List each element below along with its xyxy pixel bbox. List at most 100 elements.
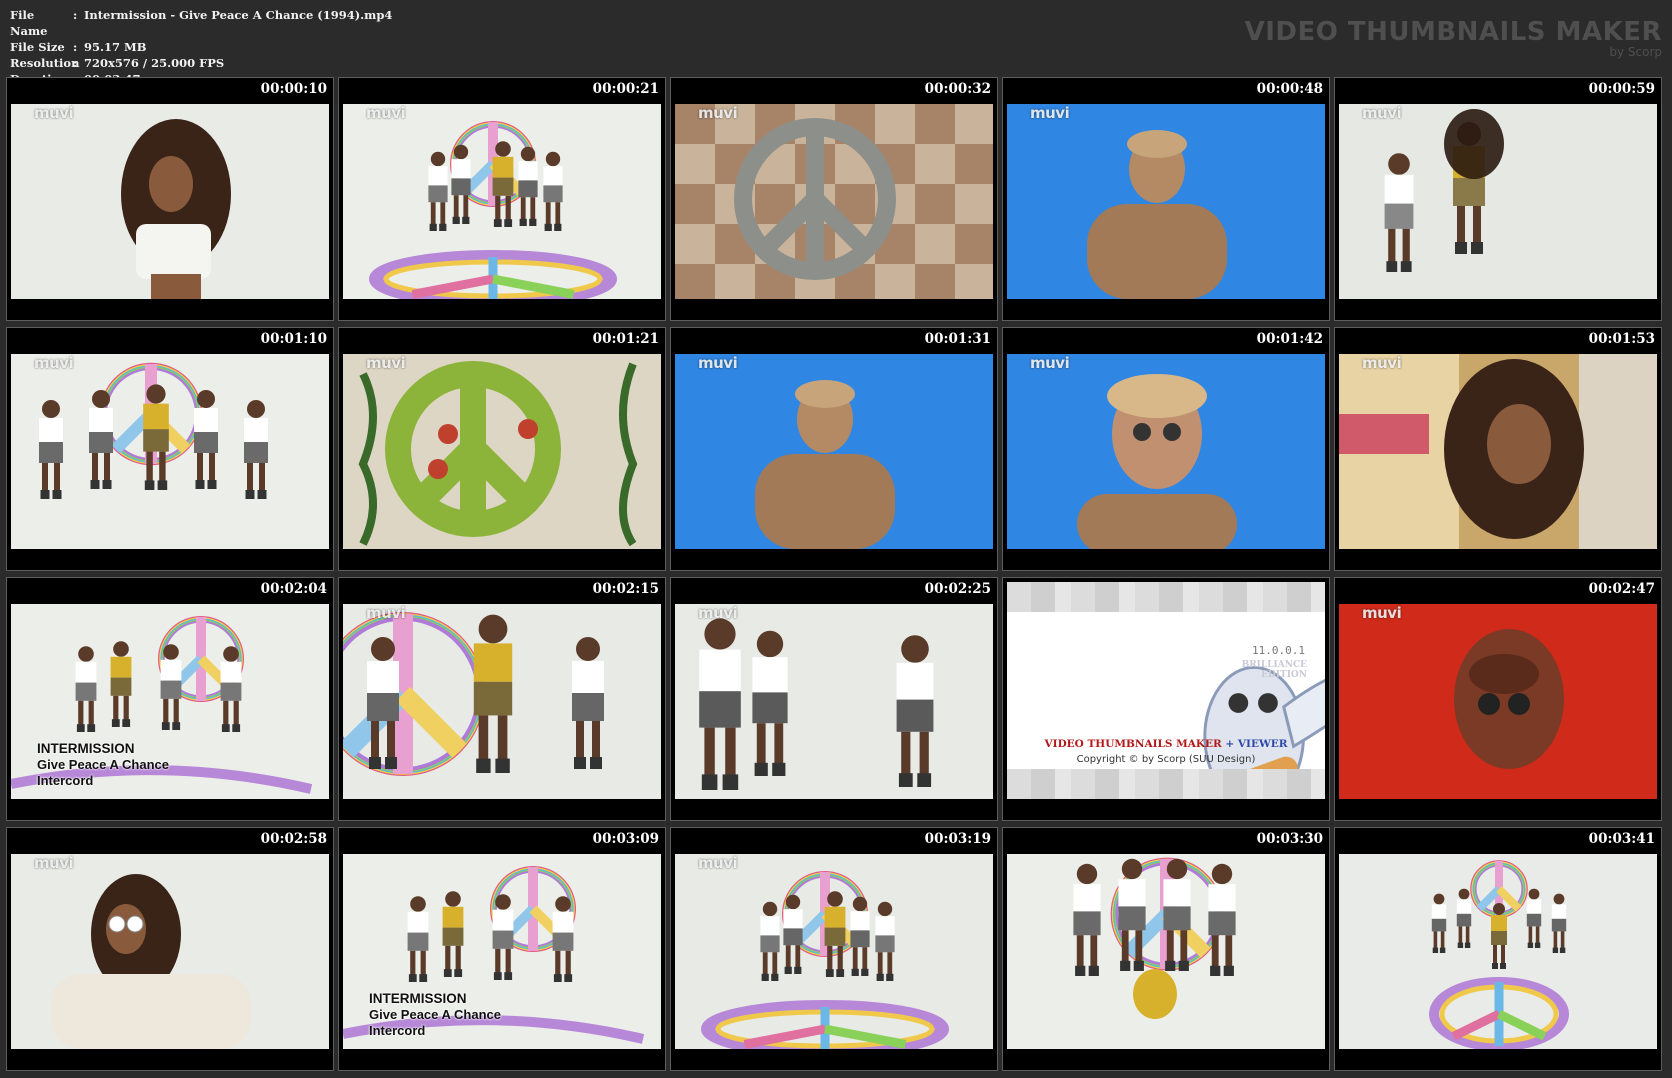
thumbnail-frame: muvi bbox=[675, 104, 993, 299]
info-separator: : bbox=[73, 40, 78, 54]
splash-band-top bbox=[1007, 582, 1325, 612]
splash-title-part1: VIDEO THUMBNAILS MAKER bbox=[1044, 738, 1222, 750]
thumbnail-timestamp: 00:00:32 bbox=[924, 81, 991, 97]
video-credits: INTERMISSION Give Peace A Chance Interco… bbox=[369, 991, 501, 1039]
thumbnail-image bbox=[343, 604, 661, 799]
thumbnail-timestamp: 00:03:41 bbox=[1588, 831, 1655, 847]
thumbnail-frame bbox=[1007, 854, 1325, 1049]
thumbnail-image bbox=[1007, 104, 1325, 299]
channel-logo: muvi bbox=[366, 604, 406, 622]
thumbnail-image bbox=[1339, 604, 1657, 799]
info-separator: : bbox=[73, 56, 78, 70]
brand-title: VIDEO THUMBNAILS MAKER bbox=[1244, 17, 1662, 47]
thumbnail-tile[interactable]: 00:02:58 muvi bbox=[6, 827, 334, 1071]
thumbnail-timestamp: 00:02:15 bbox=[592, 581, 659, 597]
channel-logo: muvi bbox=[34, 354, 74, 372]
splash-edition-line2: EDITION bbox=[1261, 670, 1307, 680]
thumbnail-frame: muvi bbox=[675, 854, 993, 1049]
splash-title: VIDEO THUMBNAILS MAKER + VIEWER bbox=[1007, 738, 1325, 750]
thumbnail-image bbox=[11, 854, 329, 1049]
channel-logo: muvi bbox=[34, 854, 74, 872]
thumbnail-tile[interactable]: 00:02:15 muvi bbox=[338, 577, 666, 821]
video-credits: INTERMISSION Give Peace A Chance Interco… bbox=[37, 741, 169, 789]
info-key: File Size bbox=[10, 40, 65, 54]
thumbnail-tile[interactable]: 00:03:09 INTERMISSION Give Peace A Chanc… bbox=[338, 827, 666, 1071]
info-key: Resolution bbox=[10, 56, 80, 70]
thumbnail-timestamp: 00:03:09 bbox=[592, 831, 659, 847]
thumbnail-tile[interactable]: 00:03:30 bbox=[1002, 827, 1330, 1071]
thumbnail-tile[interactable]: 00:01:10 muvi bbox=[6, 327, 334, 571]
splash-screen: 11.0.0.1 BRILLIANCE EDITION VIDEO THUMBN… bbox=[1007, 582, 1325, 799]
thumbnail-frame: muvi bbox=[11, 104, 329, 299]
thumbnail-frame: muvi bbox=[1007, 104, 1325, 299]
thumbnail-timestamp: 00:02:47 bbox=[1588, 581, 1655, 597]
splash-title-part2: VIEWER bbox=[1237, 738, 1288, 750]
thumbnail-image bbox=[675, 854, 993, 1049]
info-row-file-name: File Name : Intermission - Give Peace A … bbox=[10, 7, 392, 39]
thumbnail-timestamp: 00:00:48 bbox=[1256, 81, 1323, 97]
thumbnail-frame: muvi bbox=[343, 604, 661, 799]
thumbnail-tile[interactable]: 00:00:48 muvi bbox=[1002, 77, 1330, 321]
thumbnail-tile[interactable]: 00:00:21 muvi bbox=[338, 77, 666, 321]
thumbnail-image bbox=[1007, 354, 1325, 549]
thumbnail-frame: 11.0.0.1 BRILLIANCE EDITION VIDEO THUMBN… bbox=[1007, 582, 1325, 799]
thumbnail-image bbox=[1339, 854, 1657, 1049]
channel-logo: muvi bbox=[366, 354, 406, 372]
channel-logo: muvi bbox=[34, 104, 74, 122]
channel-logo: muvi bbox=[1030, 104, 1070, 122]
splash-edition-line1: BRILLIANCE bbox=[1241, 660, 1307, 670]
credits-title: Give Peace A Chance bbox=[369, 1007, 501, 1022]
thumbnail-frame bbox=[1339, 854, 1657, 1049]
splash-edition: BRILLIANCE EDITION bbox=[1242, 660, 1307, 680]
thumbnail-tile[interactable]: 00:00:10 muvi bbox=[6, 77, 334, 321]
thumbnail-tile[interactable]: 00:02:04 INTERMISSION Give Peace A Chanc… bbox=[6, 577, 334, 821]
channel-logo: muvi bbox=[698, 604, 738, 622]
channel-logo: muvi bbox=[1362, 604, 1402, 622]
thumbnail-tile[interactable]: 00:00:59 muvi bbox=[1334, 77, 1662, 321]
thumbnail-timestamp: 00:01:31 bbox=[924, 331, 991, 347]
info-value: 95.17 MB bbox=[84, 40, 147, 54]
thumbnail-timestamp: 00:00:10 bbox=[260, 81, 327, 97]
thumbnail-tile[interactable]: 00:01:53 muvi bbox=[1334, 327, 1662, 571]
thumbnail-timestamp: 00:02:58 bbox=[260, 831, 327, 847]
thumbnail-frame: muvi bbox=[675, 604, 993, 799]
thumbnail-tile[interactable]: 00:00:32 muvi bbox=[670, 77, 998, 321]
thumbnail-timestamp: 00:03:19 bbox=[924, 831, 991, 847]
brand-subtitle: by Scorp bbox=[1609, 45, 1662, 59]
channel-logo: muvi bbox=[1030, 354, 1070, 372]
thumbnail-tile[interactable]: 00:01:42 muvi bbox=[1002, 327, 1330, 571]
thumbnail-grid: 00:00:10 muvi 00:00:21 muvi 00:00:32 muv… bbox=[6, 77, 1662, 1071]
thumbnail-frame: muvi bbox=[11, 854, 329, 1049]
thumbnail-frame: muvi bbox=[343, 354, 661, 549]
channel-logo: muvi bbox=[698, 104, 738, 122]
thumbnail-timestamp: 00:02:04 bbox=[260, 581, 327, 597]
thumbnail-image bbox=[11, 354, 329, 549]
thumbnail-frame: muvi bbox=[1339, 104, 1657, 299]
thumbnail-timestamp: 00:00:59 bbox=[1588, 81, 1655, 97]
thumbnail-timestamp: 00:01:42 bbox=[1256, 331, 1323, 347]
thumbnail-frame: muvi bbox=[343, 104, 661, 299]
thumbnail-image bbox=[1007, 854, 1325, 1049]
credits-label: Intercord bbox=[369, 1023, 426, 1038]
thumbnail-timestamp: 00:02:25 bbox=[924, 581, 991, 597]
thumbnail-tile[interactable]: 00:01:31 muvi bbox=[670, 327, 998, 571]
thumbnail-image bbox=[1339, 104, 1657, 299]
splash-band-bottom bbox=[1007, 769, 1325, 799]
thumbnail-tile[interactable]: 00:02:36 11.0.0.1 BRILLIANCE EDITION VID… bbox=[1002, 577, 1330, 821]
info-row-file-size: File Size : 95.17 MB bbox=[10, 39, 392, 55]
thumbnail-image bbox=[675, 604, 993, 799]
thumbnail-tile[interactable]: 00:03:41 bbox=[1334, 827, 1662, 1071]
thumbnail-image bbox=[1339, 354, 1657, 549]
thumbnail-tile[interactable]: 00:02:47 muvi bbox=[1334, 577, 1662, 821]
channel-logo: muvi bbox=[698, 854, 738, 872]
brand-watermark: VIDEO THUMBNAILS MAKER by Scorp bbox=[1245, 18, 1662, 59]
thumbnail-frame: muvi bbox=[11, 354, 329, 549]
channel-logo: muvi bbox=[698, 354, 738, 372]
thumbnail-frame: INTERMISSION Give Peace A Chance Interco… bbox=[11, 604, 329, 799]
thumbnail-tile[interactable]: 00:02:25 muvi bbox=[670, 577, 998, 821]
channel-logo: muvi bbox=[1362, 354, 1402, 372]
thumbnail-frame: muvi bbox=[675, 354, 993, 549]
thumbnail-timestamp: 00:01:10 bbox=[260, 331, 327, 347]
thumbnail-tile[interactable]: 00:03:19 muvi bbox=[670, 827, 998, 1071]
thumbnail-tile[interactable]: 00:01:21 muvi bbox=[338, 327, 666, 571]
